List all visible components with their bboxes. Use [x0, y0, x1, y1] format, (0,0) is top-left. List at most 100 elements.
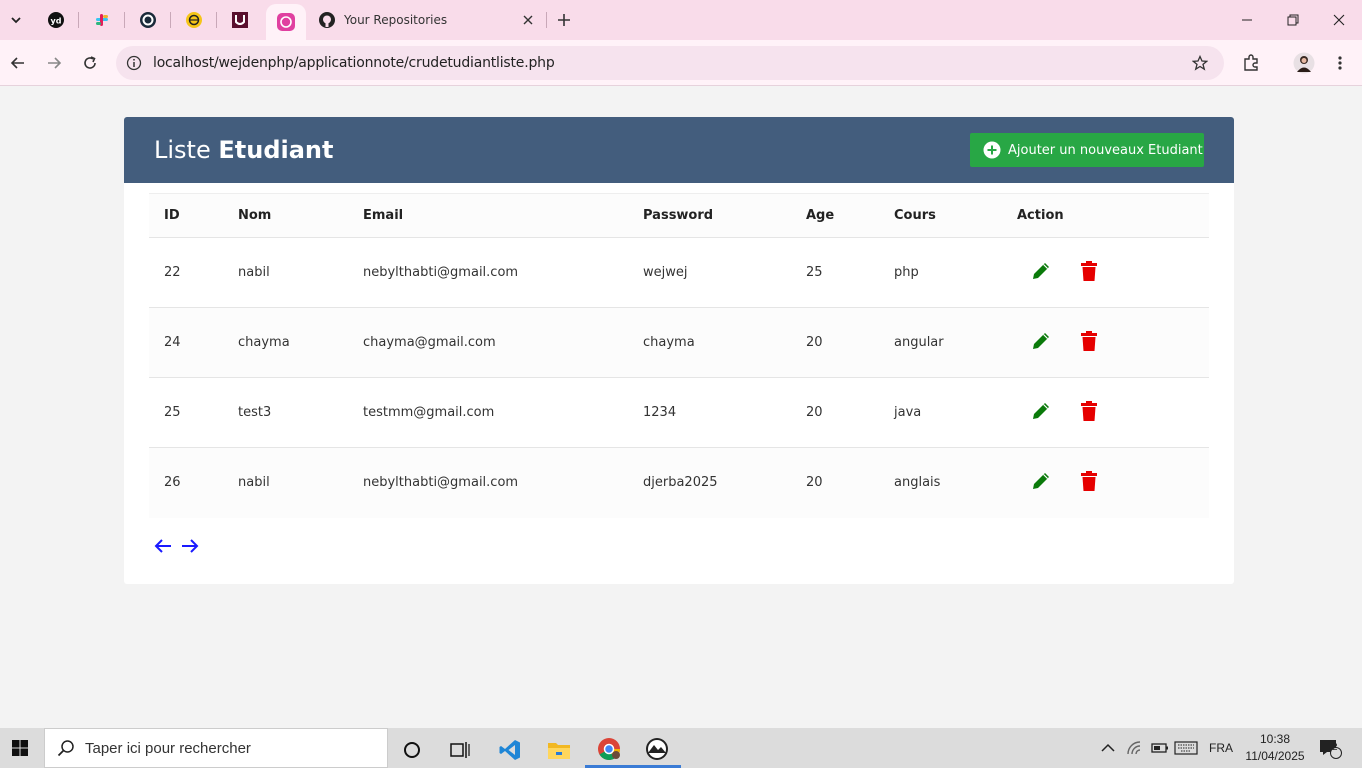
file-explorer-taskbar-button[interactable] — [535, 732, 583, 768]
column-header-cours[interactable]: Cours — [879, 193, 1002, 238]
task-view-button[interactable] — [436, 732, 484, 768]
pencil-icon[interactable] — [1030, 330, 1052, 352]
arrow-right-icon — [48, 57, 62, 69]
cell-email: nebylthabti@gmail.com — [348, 447, 628, 518]
chevron-down-icon — [11, 17, 21, 24]
bookmark-button[interactable] — [1190, 53, 1210, 73]
add-student-button[interactable]: Ajouter un nouveaux Etudiant — [970, 133, 1204, 167]
trash-icon[interactable] — [1080, 260, 1098, 281]
cell-nom: test3 — [223, 377, 348, 448]
svg-text:yd: yd — [51, 17, 62, 26]
pinned-tab-yellow[interactable] — [182, 8, 206, 32]
active-tab-wamp[interactable] — [266, 4, 306, 40]
back-button[interactable] — [4, 49, 32, 77]
arrow-left-icon — [154, 539, 171, 553]
column-header-action: Action — [1002, 193, 1209, 238]
pencil-icon[interactable] — [1030, 400, 1052, 422]
chrome-taskbar-button[interactable] — [585, 732, 633, 768]
star-icon — [1192, 55, 1208, 71]
clock-date: 11/04/2025 — [1245, 749, 1305, 763]
title-light: Liste — [154, 136, 219, 164]
tab-divider — [170, 12, 171, 28]
network-indicator[interactable] — [1126, 728, 1146, 768]
pencil-icon[interactable] — [1030, 260, 1052, 282]
system-clock[interactable]: 10:38 11/04/2025 — [1240, 731, 1310, 765]
column-header-nom[interactable]: Nom — [223, 193, 348, 238]
trash-icon[interactable] — [1080, 330, 1098, 351]
plus-circle-icon — [983, 141, 1001, 159]
pinned-tab-u[interactable] — [228, 8, 252, 32]
pinned-tab-slack[interactable] — [90, 8, 114, 32]
table-row: 26 nabil nebylthabti@gmail.com djerba202… — [149, 447, 1209, 518]
card-header: Liste Etudiant Ajouter un nouveaux Etudi… — [124, 117, 1234, 183]
pencil-icon[interactable] — [1030, 470, 1052, 492]
slack-favicon-icon — [96, 14, 108, 26]
column-header-password[interactable]: Password — [628, 193, 791, 238]
wifi-icon — [1127, 741, 1141, 755]
extensions-button[interactable] — [1237, 49, 1265, 77]
browser-menu-button[interactable] — [1326, 49, 1354, 77]
cell-action — [1002, 447, 1209, 518]
pinned-tab-yd[interactable]: yd — [44, 8, 68, 32]
column-header-age[interactable]: Age — [791, 193, 879, 238]
close-icon — [523, 15, 533, 25]
cell-age: 20 — [791, 377, 879, 448]
table-row: 22 nabil nebylthabti@gmail.com wejwej 25… — [149, 237, 1209, 308]
site-info-button[interactable] — [124, 53, 144, 73]
column-header-email[interactable]: Email — [348, 193, 628, 238]
tab-search-button[interactable] — [4, 8, 28, 32]
next-page-button[interactable] — [179, 535, 201, 557]
search-placeholder: Taper ici pour rechercher — [85, 739, 251, 757]
student-list-card: Liste Etudiant Ajouter un nouveaux Etudi… — [124, 117, 1234, 584]
restore-button[interactable] — [1270, 0, 1316, 40]
cell-password: djerba2025 — [628, 447, 791, 518]
close-icon — [1333, 14, 1345, 26]
reload-icon — [84, 56, 96, 69]
windows-taskbar: Taper ici pour rechercher FRA 10:38 11/0… — [0, 728, 1362, 768]
cell-age: 20 — [791, 447, 879, 518]
start-button[interactable] — [0, 728, 40, 768]
pinned-tab-circle[interactable] — [136, 8, 160, 32]
wamp-favicon-icon — [277, 13, 295, 31]
cell-id: 24 — [149, 307, 223, 378]
minimize-button[interactable] — [1224, 0, 1270, 40]
cell-password: 1234 — [628, 377, 791, 448]
new-tab-button[interactable] — [552, 8, 576, 32]
trash-icon[interactable] — [1080, 470, 1098, 491]
notification-center-button[interactable]: 2 — [1318, 728, 1342, 768]
forward-button[interactable] — [40, 49, 68, 77]
cell-email: chayma@gmail.com — [348, 307, 628, 378]
trash-icon[interactable] — [1080, 400, 1098, 421]
add-student-label: Ajouter un nouveaux Etudiant — [1008, 142, 1203, 158]
tab-close-button[interactable] — [518, 10, 538, 30]
app-taskbar-button[interactable] — [633, 732, 681, 768]
keyboard-indicator[interactable] — [1174, 728, 1198, 768]
tab-divider — [546, 12, 547, 28]
address-bar[interactable]: localhost/wejdenphp/applicationnote/crud… — [116, 46, 1224, 80]
puzzle-icon — [1244, 54, 1258, 71]
close-window-button[interactable] — [1316, 0, 1362, 40]
folder-icon — [548, 743, 570, 759]
vscode-taskbar-button[interactable] — [486, 732, 534, 768]
arrow-left-icon — [10, 57, 24, 69]
tab-title: Your Repositories — [344, 13, 448, 27]
yd-favicon-icon: yd — [48, 12, 64, 28]
plus-icon — [558, 14, 570, 26]
tab-github[interactable]: Your Repositories — [310, 4, 546, 36]
ring-favicon-icon — [140, 12, 156, 28]
restore-icon — [1287, 14, 1299, 26]
cell-nom: chayma — [223, 307, 348, 378]
battery-indicator[interactable] — [1151, 728, 1169, 768]
page-title: Liste Etudiant — [154, 136, 333, 164]
show-hidden-icons-button[interactable] — [1100, 728, 1116, 768]
reload-button[interactable] — [76, 49, 104, 77]
cell-email: testmm@gmail.com — [348, 377, 628, 448]
language-indicator[interactable]: FRA — [1209, 728, 1233, 768]
tab-divider — [78, 12, 79, 28]
taskbar-search-box[interactable]: Taper ici pour rechercher — [44, 728, 388, 768]
column-header-id[interactable]: ID — [149, 193, 223, 238]
profile-avatar[interactable] — [1290, 49, 1318, 77]
cell-cours: php — [879, 237, 1002, 308]
previous-page-button[interactable] — [152, 535, 174, 557]
cortana-button[interactable] — [388, 732, 436, 768]
